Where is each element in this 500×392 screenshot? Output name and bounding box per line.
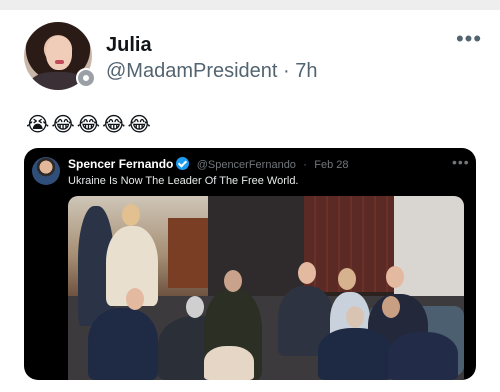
verified-check-icon <box>176 157 190 170</box>
avatar-face <box>46 36 72 70</box>
photo-person <box>318 328 392 380</box>
quoted-more-options-button[interactable]: ••• <box>452 154 470 170</box>
photo-person <box>388 332 458 380</box>
quoted-author-avatar[interactable] <box>32 157 60 185</box>
photo-person <box>204 346 254 380</box>
photo-head <box>346 306 364 328</box>
more-options-button[interactable]: ••• <box>454 28 484 52</box>
author-handle[interactable]: @MadamPresident <box>106 60 277 82</box>
post-time[interactable]: 7h <box>295 60 317 82</box>
photo-head <box>386 266 404 288</box>
post-header: Julia @MadamPresident · 7h ••• <box>24 18 484 90</box>
quoted-post-date[interactable]: Feb 28 <box>314 159 348 171</box>
post-text: 😭😂😂😂😂 <box>26 112 153 136</box>
photo-head <box>126 288 144 310</box>
quoted-post-text: Ukraine Is Now The Leader Of The Free Wo… <box>68 175 299 187</box>
photo-head <box>122 204 140 226</box>
verified-gray-badge-icon <box>76 68 96 88</box>
author-handle-line: @MadamPresident · 7h <box>106 60 318 83</box>
photo-door <box>394 196 464 306</box>
photo-head <box>186 296 204 318</box>
meta-separator: · <box>283 60 290 82</box>
photo-person <box>88 308 158 380</box>
quoted-author-line: Spencer Fernando @SpencerFernando · Feb … <box>68 157 349 171</box>
photo-cabinet <box>168 218 208 288</box>
author-display-name[interactable]: Julia <box>106 34 152 57</box>
quoted-author-handle[interactable]: @SpencerFernando <box>197 159 296 171</box>
quoted-author-name[interactable]: Spencer Fernando <box>68 157 173 171</box>
photo-head <box>338 268 356 290</box>
quoted-post-card[interactable]: Spencer Fernando @SpencerFernando · Feb … <box>24 148 476 380</box>
photo-head <box>224 270 242 292</box>
quoted-post-photo[interactable] <box>68 196 464 380</box>
photo-head <box>382 296 400 318</box>
avatar-lips <box>55 60 64 64</box>
photo-head <box>298 262 316 284</box>
quoted-meta-separator: · <box>303 159 307 171</box>
top-divider-strip <box>0 0 500 10</box>
